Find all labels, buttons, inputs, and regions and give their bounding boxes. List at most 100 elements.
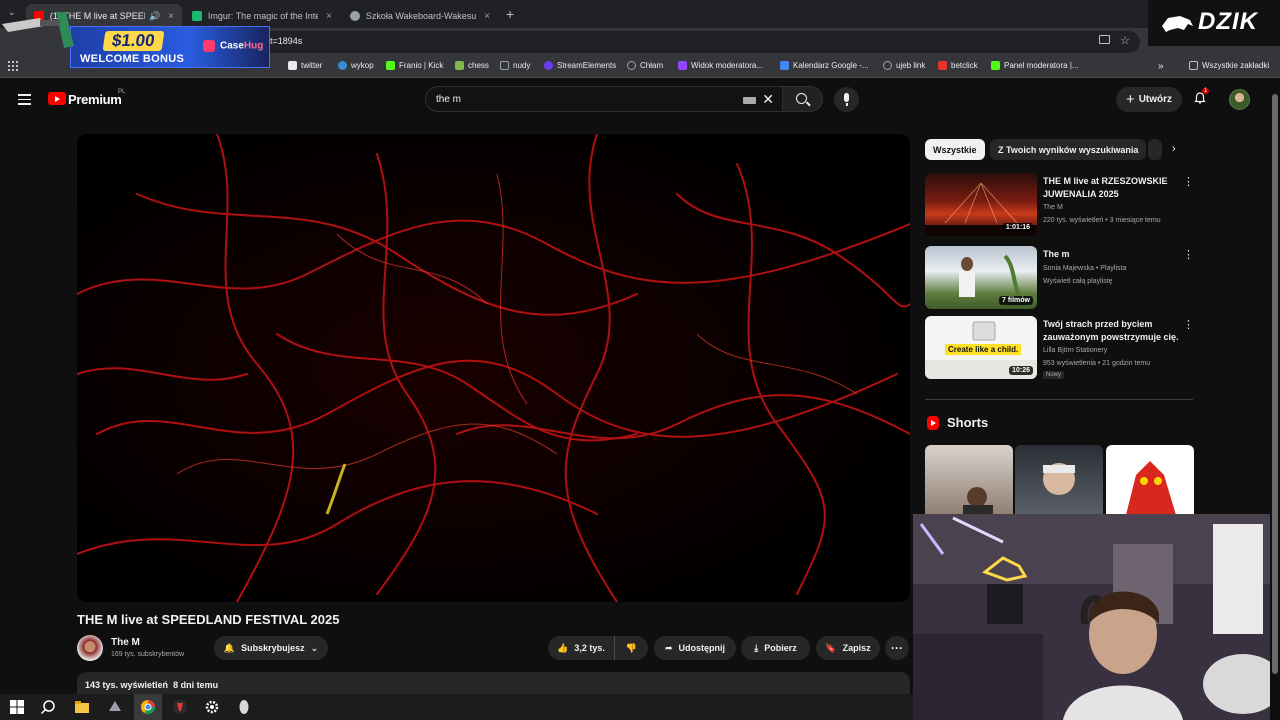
calendar-icon — [780, 61, 789, 70]
chip-partial[interactable] — [1148, 139, 1162, 160]
ad-price: $1.00 — [102, 31, 164, 51]
ad-bonus-text: WELCOME BONUS — [80, 53, 185, 65]
recommendation-title[interactable]: The m — [1043, 248, 1179, 261]
twitch-icon — [678, 61, 687, 70]
omnibox[interactable]: t=1894s ☆ — [260, 31, 1140, 53]
recommendation-item[interactable]: Create like a child. 10:26 Twój strach p… — [925, 316, 1195, 380]
bookmark-icon: 🔖 — [825, 642, 837, 653]
youtube-header: Premium PL the m ✕ + Utwórz 1 — [0, 80, 1270, 118]
bookmark-kick-mod[interactable]: Panel moderatora |... — [991, 61, 1079, 70]
keyboard-icon[interactable] — [743, 97, 756, 104]
duration-badge: 10:26 — [1009, 366, 1033, 375]
bookmark-twitter[interactable]: twitter — [288, 61, 322, 70]
chevron-right-icon[interactable]: › — [1172, 143, 1176, 155]
chip-all[interactable]: Wszystkie — [925, 139, 985, 160]
more-vert-icon[interactable]: ⋮ — [1183, 248, 1194, 261]
download-icon: ⤓ — [754, 642, 759, 653]
view-playlist-link[interactable]: Wyświetl całą playlistę — [1043, 277, 1113, 287]
folder-icon — [500, 61, 509, 70]
person-graphic — [1043, 463, 1075, 495]
bookmark-star-icon[interactable]: ☆ — [1120, 34, 1130, 47]
short-thumbnail[interactable] — [1015, 445, 1103, 515]
thumbs-down-icon: 👎 — [625, 642, 638, 653]
bookmark-wykop[interactable]: wykop — [338, 61, 374, 70]
person-graphic — [963, 487, 993, 515]
more-vert-icon[interactable]: ⋮ — [1183, 175, 1194, 188]
short-thumbnail[interactable] — [1106, 445, 1194, 515]
video-frame-red-filaments — [77, 134, 910, 602]
video-player[interactable] — [77, 134, 910, 602]
subscribed-button[interactable]: 🔔 Subskrybujesz ⌄ — [214, 636, 328, 660]
tab-close-icon[interactable]: × — [484, 11, 490, 22]
chrome-icon[interactable] — [140, 699, 156, 715]
youtube-logo-icon[interactable] — [48, 92, 66, 105]
obs-app-icon[interactable] — [172, 699, 188, 715]
voice-search-mic-icon[interactable] — [834, 87, 859, 112]
chip-from-your-search[interactable]: Z Twoich wyników wyszukiwania — [990, 139, 1147, 160]
bookmark-betclick[interactable]: betclick — [938, 61, 978, 70]
recommendation-channel[interactable]: Sonia Majewska • Playlista — [1043, 264, 1126, 274]
share-button[interactable]: ➦ Udostępnij — [654, 636, 736, 660]
tab-wakeboard[interactable]: Szkoła Wakeboard-Wakesurf Je × — [342, 4, 498, 28]
install-app-icon[interactable] — [1099, 35, 1110, 44]
settings-gear-icon[interactable] — [204, 699, 220, 715]
plus-icon: + — [1125, 91, 1135, 108]
channel-avatar[interactable] — [77, 635, 103, 661]
windows-taskbar — [0, 694, 913, 720]
windows-start-icon[interactable] — [9, 699, 25, 715]
betclick-icon — [938, 61, 947, 70]
short-thumbnail[interactable] — [925, 445, 1013, 515]
search-input[interactable]: the m ✕ — [425, 86, 783, 112]
menu-icon[interactable] — [18, 94, 31, 105]
file-explorer-icon[interactable] — [74, 699, 90, 715]
globe-favicon-icon — [350, 11, 360, 21]
thumbnail-caption: Create like a child. — [945, 344, 1022, 355]
video-thumbnail[interactable]: 1:01:16 — [925, 173, 1037, 236]
webcam-scene — [913, 514, 1280, 720]
bookmark-kick[interactable]: Franio | Kick — [386, 61, 443, 70]
bookmark-ujeb[interactable]: ujeb link — [883, 61, 925, 70]
youtube-premium-wordmark[interactable]: Premium — [68, 92, 122, 107]
more-actions-button[interactable]: ··· — [885, 636, 909, 660]
recommendation-title[interactable]: THE M live at RZESZOWSKIE JUWENALIA 2025 — [1043, 175, 1179, 201]
search-button[interactable] — [783, 86, 823, 112]
bookmarks-overflow-button[interactable]: » — [1158, 61, 1164, 72]
boar-icon — [1162, 16, 1193, 32]
new-tab-button[interactable]: + — [506, 6, 514, 22]
bookmark-streamelements[interactable]: StreamElements — [544, 61, 616, 70]
dislike-button[interactable]: 👎 — [614, 636, 648, 660]
tab-close-icon[interactable]: × — [326, 11, 332, 22]
like-button[interactable]: 👍 3,2 tys. — [548, 636, 614, 660]
recommendation-title[interactable]: Twój strach przed byciem zauważonym pows… — [1043, 318, 1179, 344]
download-button[interactable]: ⤓ Pobierz — [741, 636, 810, 660]
save-button[interactable]: 🔖 Zapisz — [816, 636, 880, 660]
game-app-icon[interactable] — [107, 699, 123, 715]
recommendation-item[interactable]: 1:01:16 THE M live at RZESZOWSKIE JUWENA… — [925, 173, 1195, 237]
recommendation-item[interactable]: 7 filmów The m Sonia Majewska • Playlist… — [925, 246, 1195, 310]
page-scrollbar[interactable] — [1270, 80, 1280, 720]
all-bookmarks-button[interactable]: Wszystkie zakładki — [1189, 61, 1269, 70]
video-thumbnail[interactable]: Create like a child. 10:26 — [925, 316, 1037, 379]
recommendation-channel[interactable]: Lilla Björn Stationery — [1043, 346, 1107, 356]
account-avatar[interactable] — [1229, 89, 1250, 110]
folder-icon — [1189, 61, 1198, 70]
bookmark-folder-nudy[interactable]: nudy — [500, 61, 530, 70]
search-icon[interactable] — [40, 699, 56, 715]
region-code: PL — [118, 89, 126, 95]
channel-name[interactable]: The M — [111, 637, 140, 648]
bookmark-twitch-mod[interactable]: Widok moderatora... — [678, 61, 763, 70]
more-vert-icon[interactable]: ⋮ — [1183, 318, 1194, 331]
casehug-logo: CaseHug — [203, 40, 263, 52]
recommendation-channel[interactable]: The M — [1043, 203, 1063, 213]
bookmark-chess[interactable]: chess — [455, 61, 489, 70]
create-button[interactable]: + Utwórz — [1116, 87, 1182, 112]
pawn-icon — [455, 61, 464, 70]
clear-search-icon[interactable]: ✕ — [762, 91, 774, 108]
tab-title: Szkoła Wakeboard-Wakesurf Je — [365, 11, 477, 21]
playlist-count-badge: 7 filmów — [998, 296, 1033, 305]
bookmark-chlam[interactable]: Chłam — [627, 61, 663, 70]
playlist-thumbnail[interactable]: 7 filmów — [925, 246, 1037, 309]
bookmark-calendar[interactable]: Kalendarz Google -... — [780, 61, 869, 70]
mouse-app-icon[interactable] — [236, 699, 252, 715]
scrollbar-thumb[interactable] — [1272, 94, 1278, 674]
